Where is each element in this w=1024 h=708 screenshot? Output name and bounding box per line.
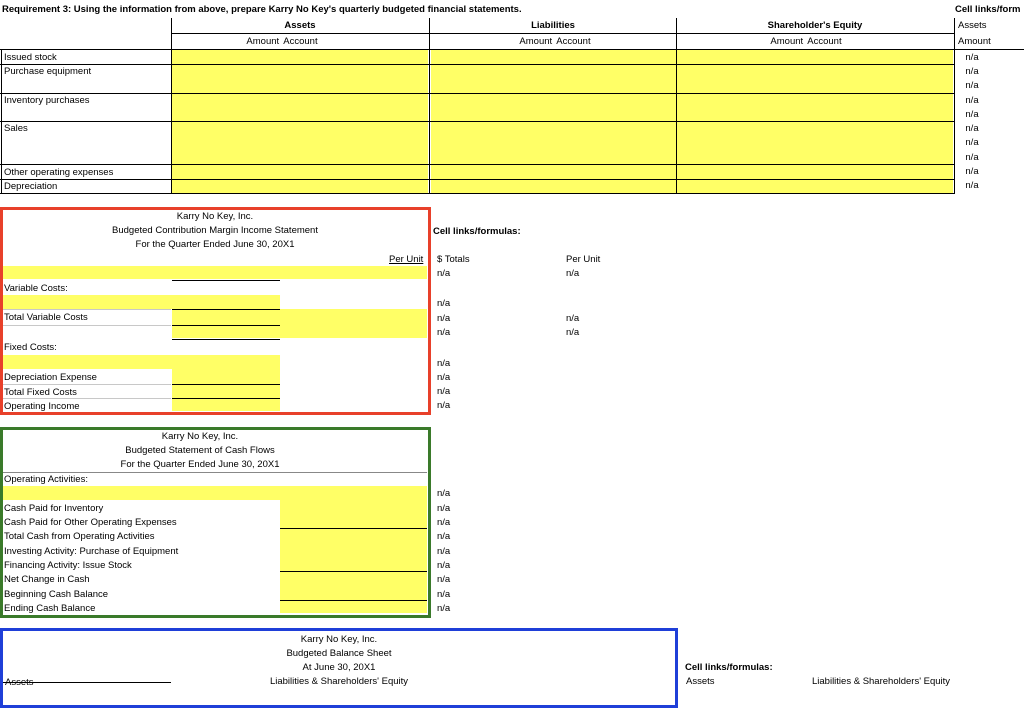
totals-value: n/a <box>437 313 451 324</box>
row-purchase-equipment: Purchase equipment <box>4 66 92 77</box>
cash-na-value: n/a <box>437 503 451 514</box>
totals-value: n/a <box>437 400 451 411</box>
balance-right-liab-eq: Liabilities & Shareholders' Equity <box>812 676 951 687</box>
right-assets-label: Assets <box>958 20 987 31</box>
grid-line <box>0 64 955 65</box>
row-issued-stock: Issued stock <box>4 52 57 63</box>
grid-line <box>1 49 2 194</box>
grid-line <box>172 33 955 34</box>
header-liabilities: Liabilities <box>531 20 575 31</box>
balance-date: At June 30, 20X1 <box>302 662 376 673</box>
grid-line <box>0 164 955 165</box>
grid-line <box>0 121 955 122</box>
right-na-value: n/a <box>965 80 979 91</box>
cash-na-value: n/a <box>437 517 451 528</box>
right-na-value: n/a <box>965 180 979 191</box>
subheader-assets: Amount Account <box>246 36 318 47</box>
row-inventory-purchases: Inventory purchases <box>4 95 90 106</box>
grid-line <box>171 18 172 194</box>
grid-line <box>0 49 1024 50</box>
cash-flow-frame <box>0 427 431 618</box>
balance-company: Karry No Key, Inc. <box>300 634 378 645</box>
right-na-value: n/a <box>965 166 979 177</box>
right-na-value: n/a <box>965 123 979 134</box>
per-unit-value: n/a <box>566 313 580 324</box>
header-equity: Shareholder's Equity <box>767 20 863 31</box>
grid-line <box>0 179 955 180</box>
right-na-value: n/a <box>965 152 979 163</box>
right-na-value: n/a <box>965 109 979 120</box>
cash-na-value: n/a <box>437 531 451 542</box>
subheader-liabilities: Amount Account <box>519 36 591 47</box>
right-na-value: n/a <box>965 52 979 63</box>
grid-line <box>0 193 955 194</box>
income-cell-links-title: Cell links/formulas: <box>433 226 521 237</box>
cash-na-value: n/a <box>437 560 451 571</box>
cash-na-value: n/a <box>437 603 451 614</box>
row-depreciation: Depreciation <box>4 181 58 192</box>
requirement-heading: Requirement 3: Using the information fro… <box>2 4 522 15</box>
subheader-equity: Amount Account <box>770 36 842 47</box>
header-assets: Assets <box>284 20 316 31</box>
totals-value: n/a <box>437 386 451 397</box>
grid-line <box>3 682 171 683</box>
cash-na-value: n/a <box>437 574 451 585</box>
right-cell-links-title: Cell links/form <box>955 4 1021 15</box>
totals-value: n/a <box>437 358 451 369</box>
grid-line <box>676 18 677 194</box>
totals-value: n/a <box>437 372 451 383</box>
income-statement-frame <box>0 207 431 415</box>
right-amount-label: Amount <box>958 36 991 47</box>
per-unit-value: n/a <box>566 327 580 338</box>
cash-na-value: n/a <box>437 488 451 499</box>
balance-title: Budgeted Balance Sheet <box>286 648 392 659</box>
totals-value: n/a <box>437 327 451 338</box>
row-sales: Sales <box>4 123 28 134</box>
balance-cell-links-title: Cell links/formulas: <box>685 662 773 673</box>
per-unit-col-header: Per Unit <box>566 254 601 265</box>
right-na-value: n/a <box>965 66 979 77</box>
totals-header: $ Totals <box>437 254 470 265</box>
grid-line <box>0 93 955 94</box>
totals-value: n/a <box>437 298 451 309</box>
per-unit-value: n/a <box>566 268 580 279</box>
right-na-value: n/a <box>965 95 979 106</box>
right-na-value: n/a <box>965 137 979 148</box>
totals-value: n/a <box>437 268 451 279</box>
balance-assets-header: Assets <box>5 677 34 689</box>
cash-na-value: n/a <box>437 589 451 600</box>
row-other-operating-expenses: Other operating expenses <box>4 167 114 178</box>
balance-right-assets: Assets <box>686 676 715 687</box>
grid-line <box>429 18 430 194</box>
cash-na-value: n/a <box>437 546 451 557</box>
